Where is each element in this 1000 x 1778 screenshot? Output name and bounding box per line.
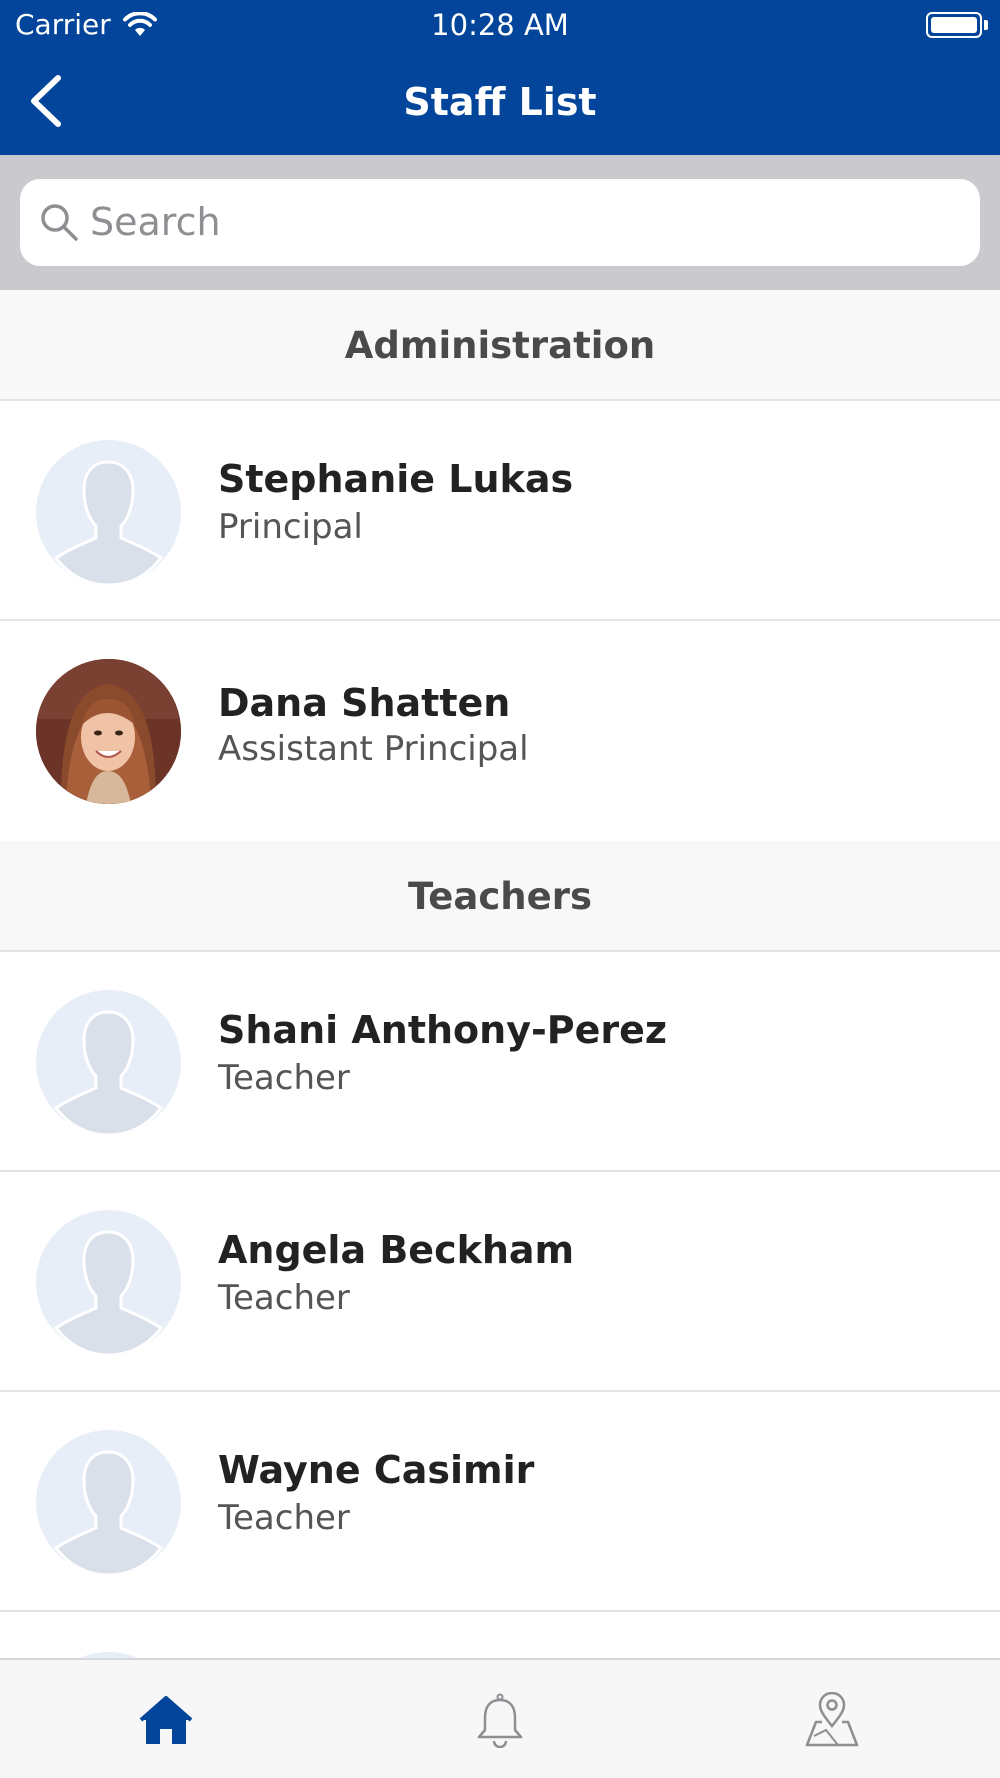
person-photo-icon [36, 659, 181, 804]
battery-tip [984, 20, 988, 30]
search-bar-container [0, 155, 1000, 290]
staff-role: Teacher [218, 1058, 350, 1098]
avatar-placeholder [36, 1210, 181, 1355]
tab-bar [0, 1658, 1000, 1778]
staff-name: Stephanie Lukas [218, 457, 574, 501]
search-icon [41, 204, 78, 241]
person-silhouette-icon [36, 1430, 181, 1575]
staff-list-item[interactable]: Angela Beckham Teacher [0, 1172, 1000, 1392]
tab-notifications[interactable] [440, 1660, 560, 1778]
staff-list-item[interactable]: Dana Shatten Assistant Principal [0, 623, 1000, 843]
person-silhouette-icon [36, 440, 181, 585]
staff-name: Angela Beckham [218, 1228, 575, 1272]
staff-role: Teacher [218, 1498, 350, 1538]
person-silhouette-icon [36, 990, 181, 1135]
avatar-placeholder [36, 990, 181, 1135]
section-header-administration: Administration [0, 290, 1000, 401]
search-input[interactable] [90, 187, 960, 257]
status-bar: Carrier 10:28 AM [0, 0, 1000, 50]
staff-list-item[interactable]: Wayne Casimir Teacher [0, 1392, 1000, 1612]
section-header-teachers: Teachers [0, 841, 1000, 952]
navigation-bar: Staff List [0, 50, 1000, 155]
avatar-photo [36, 659, 181, 804]
staff-list-item[interactable]: Stephanie Lukas Principal [0, 401, 1000, 621]
tab-home[interactable] [106, 1660, 226, 1778]
status-time: 10:28 AM [431, 8, 569, 42]
avatar-placeholder [36, 1430, 181, 1575]
search-box[interactable] [20, 179, 980, 266]
staff-role: Principal [218, 507, 363, 547]
staff-list-item[interactable]: Shani Anthony-Perez Teacher [0, 952, 1000, 1172]
person-silhouette-icon [36, 1210, 181, 1355]
staff-name: Dana Shatten [218, 681, 511, 725]
app-header: Carrier 10:28 AM Staff List [0, 0, 1000, 155]
page-title: Staff List [403, 80, 597, 124]
map-pin-icon [805, 1692, 859, 1747]
home-icon [139, 1696, 193, 1744]
staff-role: Assistant Principal [218, 729, 529, 769]
avatar-placeholder [36, 440, 181, 585]
staff-role: Teacher [218, 1278, 350, 1318]
tab-map[interactable] [772, 1660, 892, 1778]
staff-name: Shani Anthony-Perez [218, 1008, 668, 1052]
bell-icon [477, 1693, 523, 1748]
battery-icon [926, 12, 982, 38]
staff-name: Wayne Casimir [218, 1448, 535, 1492]
